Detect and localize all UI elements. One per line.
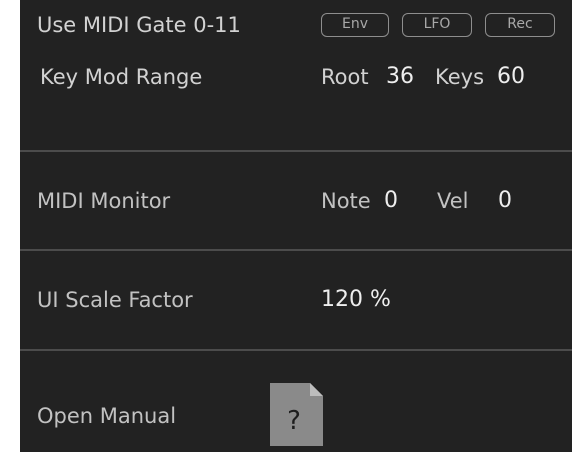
rec-button[interactable]: Rec: [485, 13, 555, 37]
midi-monitor-label: MIDI Monitor: [37, 189, 171, 213]
section-divider: [20, 249, 572, 251]
note-label: Note: [321, 189, 371, 213]
keys-label: Keys: [435, 65, 485, 89]
section-divider: [20, 349, 572, 351]
section-divider: [20, 150, 572, 152]
settings-panel: Use MIDI Gate 0-11 Env LFO Rec Key Mod R…: [20, 0, 572, 452]
midi-gate-label: Use MIDI Gate 0-11: [37, 13, 241, 37]
env-button[interactable]: Env: [321, 13, 389, 37]
document-help-icon[interactable]: ?: [270, 383, 323, 446]
vel-value: 0: [498, 188, 512, 213]
keys-value[interactable]: 60: [497, 64, 525, 90]
ui-scale-factor-label: UI Scale Factor: [37, 288, 193, 312]
note-value: 0: [384, 188, 398, 213]
open-manual-label: Open Manual: [37, 404, 177, 428]
document-help-icon-svg: ?: [270, 383, 323, 446]
vel-label: Vel: [437, 189, 469, 213]
ui-scale-value[interactable]: 120 %: [321, 287, 391, 313]
help-glyph: ?: [287, 406, 301, 436]
lfo-button[interactable]: LFO: [402, 13, 472, 37]
root-value[interactable]: 36: [386, 64, 414, 90]
key-mod-range-label: Key Mod Range: [40, 65, 203, 89]
root-label: Root: [321, 65, 369, 89]
